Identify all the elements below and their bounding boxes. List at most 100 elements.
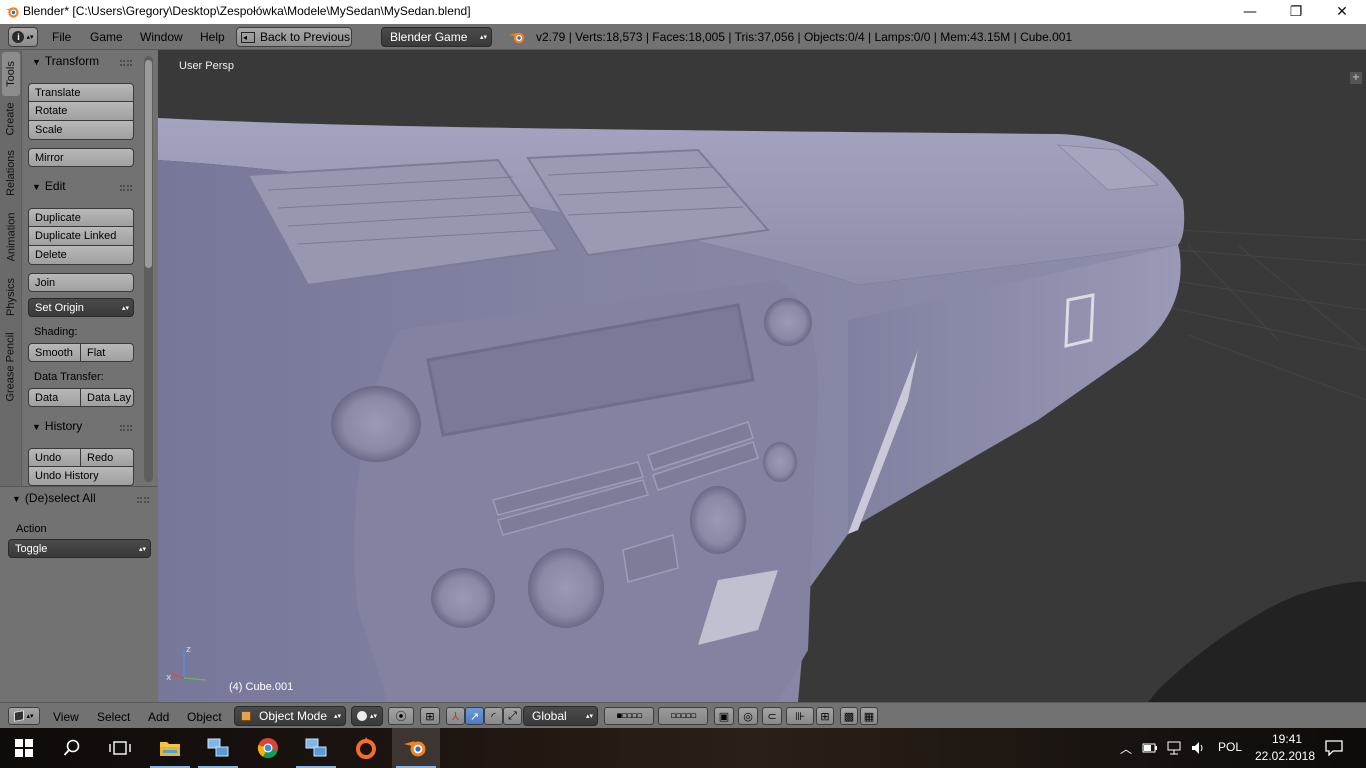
show-hidden-icons-button[interactable]: ︿ <box>1120 740 1132 757</box>
snap-toggle[interactable]: ⊂ <box>762 707 782 725</box>
network-icon[interactable] <box>1166 740 1182 756</box>
menu-window[interactable]: Window <box>140 30 183 44</box>
close-button[interactable]: ✕ <box>1319 0 1365 24</box>
taskbar-network-app[interactable] <box>292 728 340 768</box>
menu-view[interactable]: View <box>53 710 79 724</box>
layers-group-1[interactable]: ▪▫▫▫▫ <box>604 707 654 725</box>
menu-help[interactable]: Help <box>200 30 225 44</box>
search-icon <box>63 739 80 756</box>
action-center-icon[interactable] <box>1325 740 1343 756</box>
clock-time[interactable]: 19:41 <box>1266 732 1308 746</box>
delete-button[interactable]: Delete <box>28 246 134 265</box>
tab-create[interactable]: Create <box>2 98 20 140</box>
set-origin-dropdown[interactable]: Set Origin ▴▾ <box>28 298 134 317</box>
data-transfer-label: Data Transfer: <box>34 371 104 383</box>
tab-animation[interactable]: Animation <box>2 206 20 268</box>
operator-panel-title: (De)select All <box>24 491 96 505</box>
menu-game[interactable]: Game <box>90 30 123 44</box>
input-language-indicator[interactable]: POL <box>1218 740 1242 754</box>
viewport-shading-select[interactable]: ▴▾ <box>351 706 383 726</box>
snap-target-toggle[interactable]: ⊞ <box>816 707 834 725</box>
editor-type-selector[interactable]: i ▴▾ <box>8 27 38 47</box>
menu-object[interactable]: Object <box>187 710 222 724</box>
panel-drag-handle[interactable] <box>137 497 149 503</box>
menu-add[interactable]: Add <box>148 710 169 724</box>
3d-viewport[interactable]: z x User Persp (4) Cube.001 + <box>158 50 1366 702</box>
snap-element-select[interactable]: ⊪ <box>786 707 814 725</box>
shade-flat-button[interactable]: Flat <box>81 343 134 362</box>
pivot-point-select[interactable]: ⦿ <box>388 707 414 725</box>
maximize-button[interactable]: ❐ <box>1273 0 1319 24</box>
active-object-label: (4) Cube.001 <box>229 681 294 693</box>
properties-expand-button[interactable]: + <box>1350 72 1362 84</box>
join-button[interactable]: Join <box>28 273 134 292</box>
collapse-triangle-icon: ▼ <box>32 182 41 192</box>
tab-relations[interactable]: Relations <box>2 144 20 202</box>
mode-select[interactable]: Object Mode ▴▾ <box>234 706 346 726</box>
edit-panel-header[interactable]: ▼ Edit <box>32 179 66 193</box>
taskbar-file-explorer[interactable] <box>146 728 194 768</box>
menu-select[interactable]: Select <box>97 710 130 724</box>
panel-drag-handle[interactable] <box>120 425 132 431</box>
volume-icon[interactable] <box>1190 740 1206 756</box>
dark-seat-mesh <box>1148 581 1366 702</box>
duplicate-button[interactable]: Duplicate <box>28 208 134 227</box>
translate-widget-button[interactable]: ↗ <box>465 707 484 725</box>
transform-panel-header[interactable]: ▼ Transform <box>32 54 99 68</box>
menu-file[interactable]: File <box>52 30 71 44</box>
chevron-updown-icon: ▴▾ <box>138 545 146 553</box>
history-panel-header[interactable]: ▼ History <box>32 419 82 433</box>
network-computers-icon <box>207 738 229 757</box>
clock-date[interactable]: 22.02.2018 <box>1254 749 1316 763</box>
chevron-updown-icon: ▴▾ <box>333 713 341 720</box>
tool-shelf-scrollbar[interactable] <box>144 56 153 482</box>
panel-drag-handle[interactable] <box>120 60 132 66</box>
mirror-button[interactable]: Mirror <box>28 148 134 167</box>
scale-widget-button[interactable]: ⤢ <box>503 707 522 725</box>
taskbar-blender[interactable] <box>392 728 440 768</box>
undo-button[interactable]: Undo <box>28 448 81 467</box>
shade-smooth-button[interactable]: Smooth <box>28 343 81 362</box>
tab-physics[interactable]: Physics <box>2 272 20 322</box>
taskbar-chrome[interactable] <box>244 728 292 768</box>
minimize-button[interactable]: — <box>1227 0 1273 24</box>
tab-physics-label: Physics <box>5 278 17 316</box>
taskbar-remote-desktop[interactable] <box>194 728 242 768</box>
task-view-button[interactable] <box>96 728 144 768</box>
translate-button[interactable]: Translate <box>28 83 134 102</box>
panel-drag-handle[interactable] <box>120 185 132 191</box>
action-dropdown[interactable]: Toggle ▴▾ <box>8 539 151 558</box>
opengl-animation-button[interactable]: ▦ <box>860 707 878 725</box>
blender-logo-icon <box>509 32 525 44</box>
manipulator-icon: ⊞ <box>425 709 435 723</box>
transform-orientation-select[interactable]: Global ▴▾ <box>523 706 598 726</box>
search-button[interactable] <box>48 728 96 768</box>
taskbar-origin[interactable] <box>342 728 390 768</box>
redo-button[interactable]: Redo <box>81 448 134 467</box>
tab-grease-pencil[interactable]: Grease Pencil <box>2 326 20 408</box>
opengl-render-button[interactable]: ▩ <box>840 707 858 725</box>
render-engine-select[interactable]: Blender Game ▴▾ <box>381 27 492 47</box>
object-mode-icon <box>241 711 251 721</box>
transform-widget-toggle[interactable]: ⅄ <box>446 707 465 725</box>
undo-history-button[interactable]: Undo History <box>28 467 134 486</box>
scrollbar-thumb[interactable] <box>145 60 152 268</box>
editor-type-selector[interactable]: ▴▾ <box>8 707 40 725</box>
layers-group-2[interactable]: ▫▫▫▫▫ <box>658 707 708 725</box>
tab-tools[interactable]: Tools <box>2 52 20 96</box>
data-transfer-button[interactable]: Data <box>28 388 81 407</box>
back-to-previous-button[interactable]: ◂ Back to Previous <box>236 27 352 47</box>
manipulator-toggle[interactable]: ⊞ <box>420 707 440 725</box>
rotate-button[interactable]: Rotate <box>28 102 134 121</box>
lock-camera-toggle[interactable]: ▣ <box>714 707 734 725</box>
duplicate-linked-button[interactable]: Duplicate Linked <box>28 227 134 246</box>
layer-lock-icon: ▣ <box>718 709 730 723</box>
operator-panel-header[interactable]: ▼ (De)select All <box>12 491 96 505</box>
scale-button[interactable]: Scale <box>28 121 134 140</box>
origin-icon <box>356 737 376 759</box>
battery-icon[interactable] <box>1142 741 1158 755</box>
data-layout-button[interactable]: Data Lay <box>81 388 134 407</box>
start-button[interactable] <box>0 728 48 768</box>
rotate-widget-button[interactable]: ◜ <box>484 707 503 725</box>
proportional-edit-toggle[interactable]: ◎ <box>738 707 758 725</box>
